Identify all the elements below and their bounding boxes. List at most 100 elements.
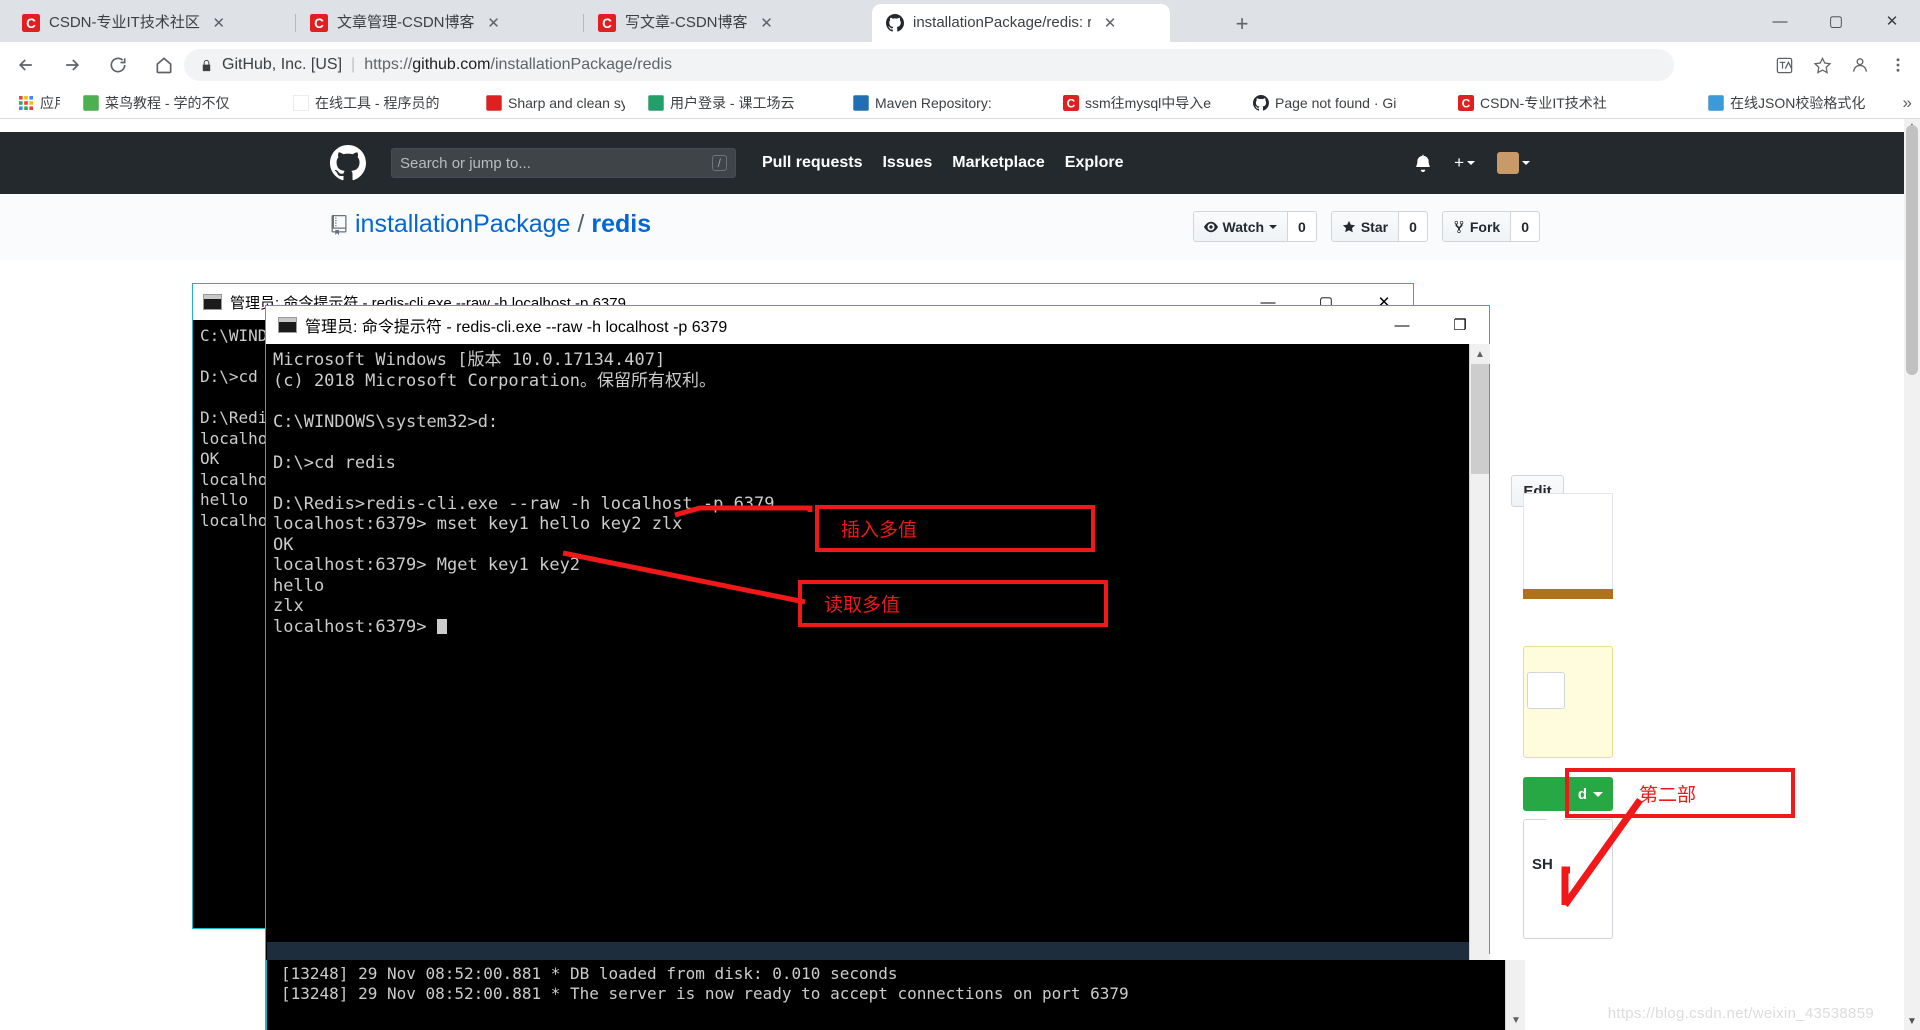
fork-button[interactable]: Fork: [1442, 212, 1511, 241]
cmd-front-output[interactable]: Microsoft Windows [版本 10.0.17134.407] (c…: [267, 344, 1469, 942]
bookmarks-overflow-button[interactable]: »: [1903, 93, 1912, 113]
star-count[interactable]: 0: [1398, 212, 1427, 241]
repo-details-panel: [1523, 493, 1613, 589]
bookmark-label: ssm往mysql中导入e: [1085, 94, 1212, 111]
bookmark-item-2[interactable]: 在线工具 - 程序员的: [285, 90, 470, 116]
home-button[interactable]: [144, 45, 184, 85]
forward-button[interactable]: [52, 45, 92, 85]
window-maximize-button[interactable]: ▢: [1808, 0, 1864, 42]
clone-url-input[interactable]: [1527, 672, 1565, 709]
svg-text:C: C: [1462, 96, 1471, 110]
tab-close-icon[interactable]: ✕: [757, 13, 777, 33]
avatar: [1497, 152, 1519, 174]
bookmark-label: Page not found · Gi: [1275, 94, 1397, 111]
bookmark-item-4[interactable]: 用户登录 - 课工场云: [640, 90, 835, 116]
scroll-down-arrow-icon[interactable]: ▼: [1506, 1010, 1526, 1030]
star-button[interactable]: Star: [1331, 212, 1399, 241]
github-search-shortcut: /: [711, 155, 727, 171]
browser-tab-1[interactable]: C 文章管理-CSDN博客 ✕: [296, 4, 582, 42]
site-icon: [853, 94, 869, 111]
csdn-icon: C: [598, 14, 616, 32]
browser-tab-title: installationPackage/redis: redis: [913, 14, 1091, 31]
url-scheme: https://: [364, 56, 413, 73]
cmd-front-scrollbar[interactable]: ▲ ▼: [1469, 344, 1490, 974]
browser-tab-title: 文章管理-CSDN博客: [337, 14, 475, 31]
star-button-group[interactable]: Star 0: [1330, 211, 1428, 242]
scroll-down-arrow-icon[interactable]: ▼: [1906, 1016, 1918, 1028]
nav-marketplace[interactable]: Marketplace: [952, 154, 1045, 172]
redis-server-log[interactable]: [13248] 29 Nov 08:52:00.881 * DB loaded …: [265, 960, 1505, 1030]
github-logo-icon[interactable]: [330, 145, 366, 181]
translate-icon[interactable]: [1766, 49, 1802, 81]
bookmark-star-icon[interactable]: [1804, 49, 1840, 81]
window-minimize-button[interactable]: —: [1752, 0, 1808, 42]
bookmark-label: 菜鸟教程 - 学的不仅: [105, 94, 230, 111]
browser-tab-0[interactable]: C CSDN-专业IT技术社区 ✕: [8, 4, 294, 42]
cmd-front-title-text-wrap: 管理员: 命令提示符 - redis-cli.exe --raw -h loca…: [278, 313, 727, 337]
site-identity-label: GitHub, Inc. [US]: [222, 56, 343, 73]
cmd-front-minimize-button[interactable]: —: [1373, 307, 1431, 343]
github-user-menu[interactable]: [1497, 152, 1530, 174]
chevron-down-icon: [1467, 161, 1475, 165]
fork-icon: [1454, 220, 1464, 233]
reload-button[interactable]: [98, 45, 138, 85]
watch-count[interactable]: 0: [1287, 212, 1316, 241]
redis-log-scrollbar[interactable]: ▼: [1505, 960, 1525, 1030]
page-scrollbar-thumb[interactable]: [1906, 125, 1918, 375]
nav-explore[interactable]: Explore: [1065, 154, 1124, 172]
watch-button-group[interactable]: Watch 0: [1192, 211, 1317, 242]
bookmark-item-6[interactable]: Cssm往mysql中导入e: [1055, 90, 1235, 116]
github-create-new-menu[interactable]: +: [1454, 153, 1475, 173]
language-color-bar: [1523, 589, 1613, 599]
tab-close-icon[interactable]: ✕: [209, 13, 229, 33]
page-scrollbar[interactable]: ▲ ▼: [1904, 119, 1920, 1030]
bookmark-label: 应用: [40, 94, 60, 111]
fork-button-group[interactable]: Fork 0: [1441, 211, 1540, 242]
browser-tab-3[interactable]: installationPackage/redis: redis ✕: [872, 4, 1170, 42]
nav-issues[interactable]: Issues: [882, 154, 932, 172]
repo-owner-link[interactable]: installationPackage: [355, 210, 570, 239]
bookmark-item-9[interactable]: 在线JSON校验格式化: [1700, 90, 1895, 116]
nav-pull-requests[interactable]: Pull requests: [762, 154, 862, 172]
cmd-front-maximize-button[interactable]: ❐: [1431, 307, 1489, 343]
window-close-button[interactable]: ✕: [1864, 0, 1920, 42]
scroll-up-arrow-icon[interactable]: ▲: [1470, 344, 1490, 364]
clone-popover: SH: [1523, 811, 1613, 939]
browser-tab-2[interactable]: C 写文章-CSDN博客 ✕: [584, 4, 870, 42]
github-search-input[interactable]: Search or jump to... /: [391, 148, 736, 178]
annotation-read-multi-text: 读取多值: [824, 595, 901, 616]
bookmark-item-3[interactable]: Sharp and clean sy: [478, 90, 633, 116]
github-repo-header: installationPackage / redis Watch 0 Star…: [0, 194, 1920, 260]
url-path: /installationPackage/redis: [490, 56, 672, 73]
github-search-placeholder: Search or jump to...: [400, 154, 531, 172]
fork-label: Fork: [1469, 218, 1501, 235]
cmd-scrollbar-thumb[interactable]: [1471, 364, 1489, 474]
address-bar[interactable]: GitHub, Inc. [US] | https://github.com/i…: [184, 49, 1674, 81]
new-tab-button[interactable]: +: [1228, 10, 1256, 38]
cmd-front-titlebar[interactable]: 管理员: 命令提示符 - redis-cli.exe --raw -h loca…: [266, 306, 1489, 344]
star-icon: [1342, 220, 1355, 232]
csdn-icon: C: [1458, 94, 1474, 111]
chrome-menu-icon[interactable]: [1880, 49, 1916, 81]
browser-tab-title: 写文章-CSDN博客: [625, 14, 748, 31]
bookmark-item-5[interactable]: Maven Repository:: [845, 90, 1045, 116]
fork-count[interactable]: 0: [1510, 212, 1539, 241]
browser-tabstrip: + — ▢ ✕ C CSDN-专业IT技术社区 ✕ C 文章管理-CSDN博客 ✕ C 写文章…: [0, 0, 1920, 42]
bookmark-item-7[interactable]: Page not found · Gi: [1245, 90, 1440, 116]
bookmark-item-1[interactable]: 菜鸟教程 - 学的不仅: [75, 90, 275, 116]
watch-button[interactable]: Watch: [1193, 212, 1288, 241]
bookmark-item-8[interactable]: C CSDN-专业IT技术社: [1450, 90, 1630, 116]
chevron-down-icon: [1269, 224, 1278, 229]
bookmark-item-0[interactable]: 应用: [10, 90, 68, 116]
cmd-window-front[interactable]: 管理员: 命令提示符 - redis-cli.exe --raw -h loca…: [265, 305, 1490, 975]
tab-close-icon[interactable]: ✕: [484, 13, 504, 33]
svg-text:C: C: [1067, 96, 1076, 110]
profile-icon[interactable]: [1842, 49, 1878, 81]
tab-close-icon[interactable]: ✕: [1100, 13, 1120, 33]
notification-bell-icon[interactable]: [1414, 154, 1432, 172]
repo-book-icon: [331, 214, 347, 235]
screen-root: Search or jump to... / Pull requests Iss…: [0, 0, 1920, 1030]
repo-name-link[interactable]: redis: [591, 210, 651, 239]
back-button[interactable]: [6, 45, 46, 85]
github-header-right: +: [1414, 152, 1530, 174]
